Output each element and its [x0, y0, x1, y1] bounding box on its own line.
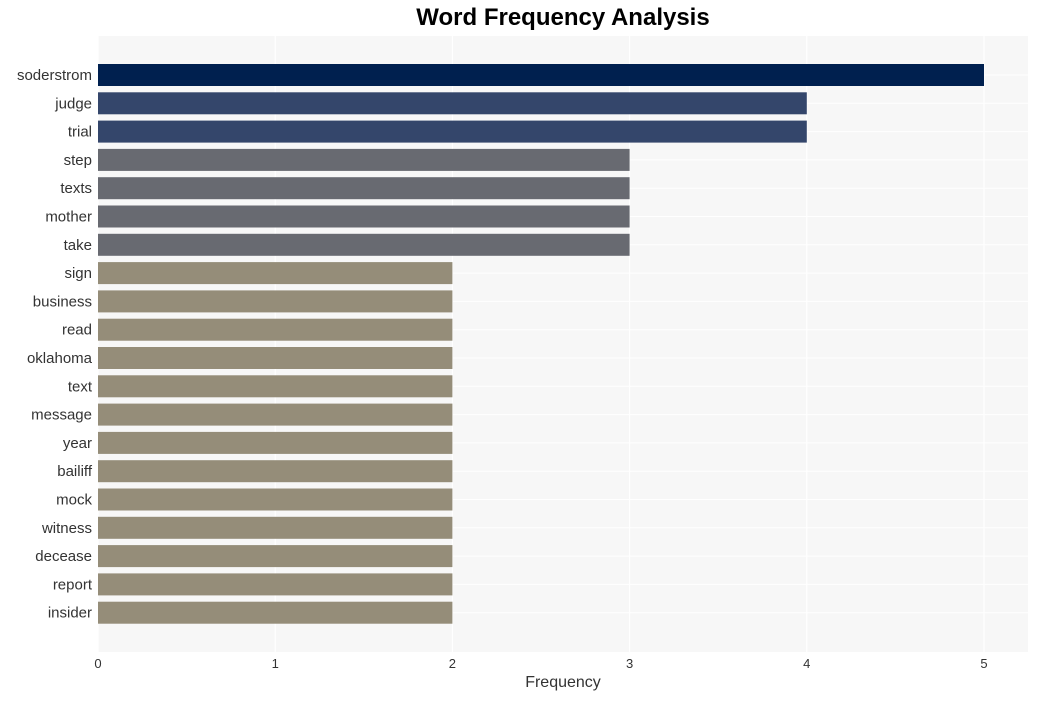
bar-mock	[98, 488, 453, 511]
y-tick-label: text	[68, 378, 93, 395]
x-tick-label: 3	[626, 656, 633, 671]
y-tick-label: business	[33, 293, 92, 310]
bar-oklahoma	[98, 347, 453, 369]
x-tick-label: 2	[449, 656, 456, 671]
y-tick-label: sign	[64, 265, 92, 282]
y-tick-label: insider	[48, 605, 92, 622]
y-tick-label: oklahoma	[27, 350, 93, 367]
y-tick-label: bailiff	[57, 463, 93, 480]
y-tick-label: witness	[41, 520, 92, 537]
bar-judge	[98, 92, 807, 115]
bar-sign	[98, 262, 453, 285]
bar-insider	[98, 601, 453, 624]
bar-message	[98, 403, 453, 426]
x-tick-label: 4	[803, 656, 810, 671]
bar-decease	[98, 545, 453, 568]
bar-mother	[98, 205, 630, 228]
y-tick-label: year	[63, 435, 92, 452]
x-tick-label: 0	[94, 656, 101, 671]
y-tick-label: decease	[35, 548, 92, 565]
x-tick-label: 5	[980, 656, 987, 671]
bar-soderstrom	[98, 64, 984, 86]
y-tick-label: trial	[68, 124, 92, 141]
bar-text	[98, 375, 453, 398]
x-tick-label: 1	[272, 656, 279, 671]
bar-year	[98, 431, 453, 454]
bar-texts	[98, 177, 630, 200]
bar-chart: soderstrom judge trial step texts mother take s…	[17, 36, 1028, 671]
x-axis-label: Frequency	[525, 674, 601, 691]
y-tick-label: mock	[56, 492, 92, 509]
y-tick-label: read	[62, 322, 92, 339]
y-tick-label: message	[31, 407, 92, 424]
bar-read	[98, 318, 453, 341]
bar-trial	[98, 120, 807, 143]
y-tick-label: judge	[54, 95, 92, 112]
y-tick-label: mother	[45, 209, 92, 226]
bar-report	[98, 573, 453, 596]
bar-take	[98, 233, 630, 256]
y-tick-label: texts	[60, 180, 92, 197]
y-tick-label: soderstrom	[17, 67, 92, 84]
bar-step	[98, 148, 630, 171]
bar-witness	[98, 516, 453, 539]
y-tick-label: take	[64, 237, 92, 254]
bar-bailiff	[98, 460, 453, 483]
y-tick-label: report	[53, 576, 93, 593]
y-tick-label: step	[64, 152, 92, 169]
bar-business	[98, 290, 453, 313]
